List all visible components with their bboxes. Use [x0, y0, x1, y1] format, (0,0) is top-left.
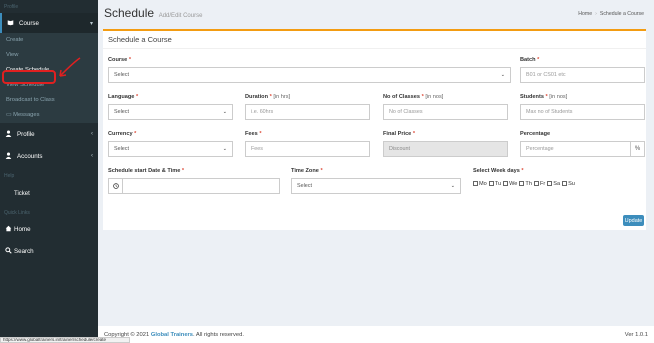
sidebar-item-home[interactable]: Home — [0, 218, 98, 240]
language-field: Language * Select ⌄ — [108, 94, 233, 120]
duration-input[interactable]: i.e. 60hrs — [245, 104, 370, 120]
search-icon — [5, 246, 12, 256]
currency-label: Currency * — [108, 131, 137, 137]
chevron-left-icon: ‹ — [91, 131, 93, 137]
start-datetime-input[interactable] — [122, 178, 280, 194]
sidebar-item-label: Course — [19, 19, 39, 27]
language-label: Language * — [108, 94, 139, 100]
home-icon — [5, 225, 12, 234]
page-subtitle: Add/Edit Course — [158, 13, 203, 19]
book-icon — [7, 19, 14, 28]
final-price-field: Final Price * Discount — [383, 131, 508, 157]
sidebar-item-label: Search — [14, 247, 34, 255]
sidebar-header-profile: Profile — [4, 4, 19, 10]
batch-label: Batch * — [520, 57, 540, 63]
footer-rights: . All rights reserved. — [193, 332, 244, 338]
clock-icon — [108, 178, 122, 194]
weekday-checkboxes: Mo Tu We Th Fr Sa Su — [473, 178, 643, 190]
breadcrumb-separator: › — [595, 11, 597, 17]
sidebar-header-help: Help — [4, 173, 15, 179]
duration-label: Duration * [in hrs] — [245, 94, 291, 100]
chevron-down-icon: ⌄ — [500, 72, 505, 78]
submenu-broadcast[interactable]: Broadcast to Class — [0, 93, 98, 108]
sidebar-item-accounts[interactable]: Accounts ‹ — [0, 145, 98, 167]
timezone-select[interactable]: Select ⌄ — [291, 178, 461, 194]
sidebar-item-ticket[interactable]: Ticket — [0, 183, 98, 205]
page-title: Schedule — [104, 6, 155, 20]
course-label: Course * — [108, 57, 132, 63]
weekday-checkbox-th[interactable]: Th — [519, 181, 532, 187]
sidebar-header-quicklinks: Quick Links — [4, 210, 30, 216]
classes-label: No of Classes * [in nos] — [383, 94, 444, 100]
percentage-field: Percentage Percentage % — [520, 131, 645, 157]
classes-field: No of Classes * [in nos] No of Classes — [383, 94, 508, 120]
duration-field: Duration * [in hrs] i.e. 60hrs — [245, 94, 370, 120]
classes-input[interactable]: No of Classes — [383, 104, 508, 120]
percentage-label: Percentage — [520, 131, 551, 137]
breadcrumb-current: Schedule a Course — [599, 11, 644, 17]
annotation-highlight-box — [2, 70, 56, 84]
schedule-form-box: Schedule a Course Course * Select ⌄ Batch… — [103, 29, 646, 230]
chevron-down-icon: ⌄ — [450, 183, 455, 189]
footer-version: Ver 1.0.1 — [624, 332, 648, 338]
start-datetime-field: Schedule start Date & Time * — [108, 168, 280, 194]
footer-brand-link[interactable]: Global Trainers — [151, 332, 193, 338]
weekday-checkbox-mo[interactable]: Mo — [473, 181, 487, 187]
message-icon: ▭ — [6, 112, 12, 118]
chevron-left-icon: ‹ — [91, 153, 93, 159]
page-header: Schedule Add/Edit Course — [104, 6, 202, 20]
timezone-label: Time Zone * — [291, 168, 323, 174]
students-label: Students * [in nos] — [520, 94, 568, 100]
language-select[interactable]: Select ⌄ — [108, 104, 233, 120]
breadcrumb-home[interactable]: Home — [578, 11, 592, 17]
course-field: Course * Select ⌄ — [108, 57, 511, 83]
submenu-create[interactable]: Create — [0, 33, 98, 48]
annotation-arrow — [59, 57, 81, 77]
submenu-messages[interactable]: ▭ Messages — [0, 108, 98, 123]
sidebar-item-label: Home — [14, 225, 31, 233]
percentage-input[interactable]: Percentage — [520, 141, 631, 157]
footer: Copyright © 2021 Global Trainers. All ri… — [98, 326, 654, 343]
sidebar-item-label: Accounts — [17, 152, 43, 160]
breadcrumb: Home › Schedule a Course — [578, 11, 644, 17]
chevron-down-icon: ▾ — [89, 20, 93, 27]
weekday-checkbox-su[interactable]: Su — [562, 181, 575, 187]
chevron-down-icon: ⌄ — [222, 109, 227, 115]
sidebar-item-profile[interactable]: Profile ‹ — [0, 123, 98, 145]
sidebar-item-search[interactable]: Search — [0, 240, 98, 262]
browser-status-url: https://www.globaltrainers.in/trainer/sc… — [0, 337, 130, 343]
final-price-label: Final Price * — [383, 131, 416, 137]
submenu-messages-label: Messages — [13, 112, 40, 118]
weekday-checkbox-fr[interactable]: Fr — [533, 181, 545, 187]
main-content: Schedule Add/Edit Course Home › Schedule a… — [98, 0, 654, 343]
user-icon — [5, 130, 12, 139]
currency-field: Currency * Select ⌄ — [108, 131, 233, 157]
students-input[interactable]: Max no of Students — [520, 104, 645, 120]
fees-input[interactable]: Fees — [245, 141, 370, 157]
students-field: Students * [in nos] Max no of Students — [520, 94, 645, 120]
percentage-addon: % — [631, 141, 645, 157]
box-title: Schedule a Course — [103, 31, 646, 49]
update-button[interactable]: Update — [623, 215, 644, 226]
timezone-field: Time Zone * Select ⌄ — [291, 168, 461, 194]
course-select[interactable]: Select ⌄ — [108, 67, 511, 83]
currency-select[interactable]: Select ⌄ — [108, 141, 233, 157]
fees-label: Fees * — [245, 131, 262, 137]
weekday-checkbox-sa[interactable]: Sa — [547, 181, 560, 187]
weekday-checkbox-we[interactable]: We — [503, 181, 517, 187]
weekdays-label: Select Week days * — [473, 168, 524, 174]
fees-field: Fees * Fees — [245, 131, 370, 157]
weekdays-field: Select Week days * Mo Tu We Th Fr Sa Su — [473, 168, 643, 190]
user-icon — [5, 152, 12, 161]
batch-field: Batch * B01 or CS01 etc — [520, 57, 645, 83]
start-datetime-label: Schedule start Date & Time * — [108, 168, 185, 174]
sidebar-item-label: Profile — [17, 130, 35, 138]
chevron-down-icon: ⌄ — [222, 146, 227, 152]
sidebar: Profile Course ▾ Create View Create Sche… — [0, 0, 98, 343]
sidebar-item-course[interactable]: Course ▾ — [0, 13, 98, 33]
batch-input[interactable]: B01 or CS01 etc — [520, 67, 645, 83]
weekday-checkbox-tu[interactable]: Tu — [488, 181, 501, 187]
final-price-input: Discount — [383, 141, 508, 157]
